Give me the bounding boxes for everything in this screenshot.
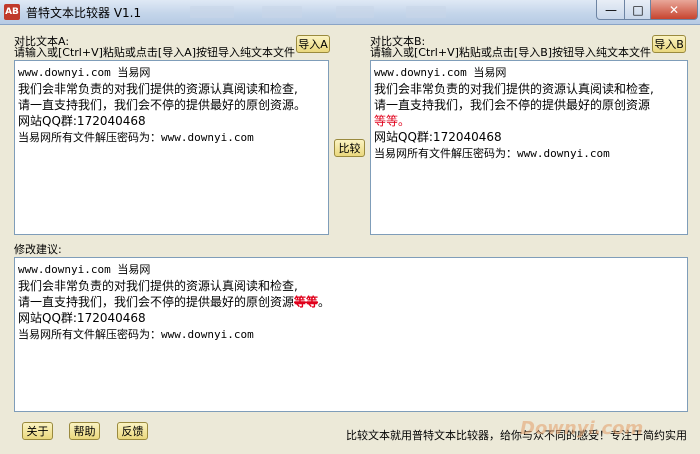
- text-b-input[interactable]: www.downyi.com 当易网 我们会非常负责的对我们提供的资源认真阅读和…: [370, 60, 688, 235]
- window-title: 普特文本比较器 V1.1: [26, 6, 142, 20]
- panel-b-hint: 请输入或[Ctrl+V]粘贴或点击[导入B]按钮导入纯文本文件: [370, 46, 652, 59]
- import-b-button[interactable]: 导入B: [652, 35, 686, 53]
- text-b-line: 网站QQ群:172040468: [374, 130, 502, 144]
- suggestion-line: 我们会非常负责的对我们提供的资源认真阅读和检查,: [18, 279, 298, 293]
- title-ghost-block: [190, 6, 234, 18]
- text-b-line: 请一直支持我们，我们会不停的提供最好的原创资源: [374, 98, 651, 112]
- text-a-line: 当易网所有文件解压密码为：www.downyi.com: [18, 131, 254, 144]
- text-a-line: www.downyi.com 当易网: [18, 66, 151, 79]
- app-window: AB 普特文本比较器 V1.1 — □ ✕ 对比文本A: 请输入或[Ctrl+V…: [0, 0, 700, 454]
- watermark: Downyi.com: [520, 418, 644, 439]
- suggestion-line: 请一直支持我们，我们会不停的提供最好的原创资源等等。: [18, 295, 331, 309]
- import-a-button[interactable]: 导入A: [296, 35, 330, 53]
- text-a-line: 网站QQ群:172040468: [18, 114, 146, 128]
- suggestions-output[interactable]: www.downyi.com 当易网 我们会非常负责的对我们提供的资源认真阅读和…: [14, 257, 688, 412]
- minimize-button[interactable]: —: [596, 0, 626, 20]
- feedback-button[interactable]: 反馈: [117, 422, 148, 440]
- title-ghost-block: [262, 6, 302, 18]
- suggestion-line: www.downyi.com 当易网: [18, 263, 151, 276]
- text-b-diff-line: 等等。: [374, 114, 411, 128]
- suggestion-line: 网站QQ群:172040468: [18, 311, 146, 325]
- text-a-line: 请一直支持我们，我们会不停的提供最好的原创资源。: [18, 98, 307, 112]
- title-bar[interactable]: AB 普特文本比较器 V1.1 — □ ✕: [0, 0, 700, 25]
- help-button[interactable]: 帮助: [69, 422, 100, 440]
- text-b-line: 当易网所有文件解压密码为：www.downyi.com: [374, 147, 610, 160]
- suggestions-header: 修改建议:: [14, 243, 62, 256]
- title-ghost-block: [336, 6, 374, 18]
- maximize-button[interactable]: □: [624, 0, 652, 20]
- app-logo-icon: AB: [4, 4, 20, 20]
- close-button[interactable]: ✕: [650, 0, 698, 20]
- about-button[interactable]: 关于: [22, 422, 53, 440]
- suggestion-diff-text: 等等: [294, 295, 319, 309]
- text-b-line: 我们会非常负责的对我们提供的资源认真阅读和检查,: [374, 82, 654, 96]
- text-a-line: 我们会非常负责的对我们提供的资源认真阅读和检查,: [18, 82, 298, 96]
- text-b-line: www.downyi.com 当易网: [374, 66, 507, 79]
- text-a-input[interactable]: www.downyi.com 当易网 我们会非常负责的对我们提供的资源认真阅读和…: [14, 60, 329, 235]
- panel-a-hint: 请输入或[Ctrl+V]粘贴或点击[导入A]按钮导入纯文本文件: [14, 46, 296, 59]
- compare-button[interactable]: 比较: [334, 139, 365, 157]
- suggestion-line: 当易网所有文件解压密码为：www.downyi.com: [18, 328, 254, 341]
- title-ghost-block: [406, 6, 446, 18]
